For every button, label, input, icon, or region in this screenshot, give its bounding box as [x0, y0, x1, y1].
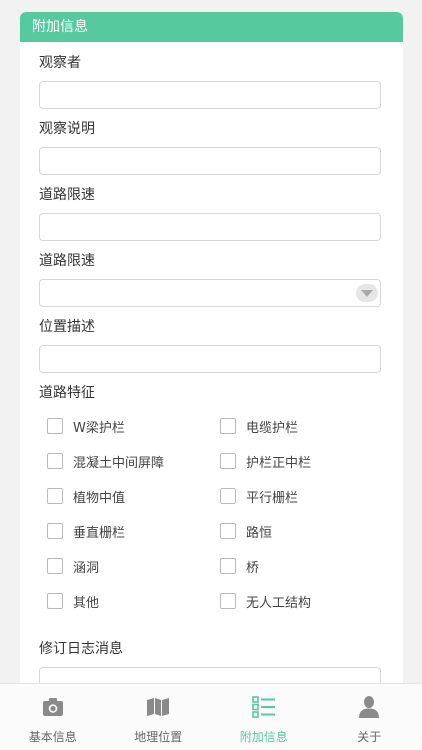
- tab-geo-location[interactable]: 地理位置: [106, 684, 212, 750]
- location-desc-input[interactable]: [39, 345, 381, 373]
- observer-input[interactable]: [39, 81, 381, 109]
- card-title: 附加信息: [20, 12, 403, 42]
- speed-limit-label: 道路限速: [39, 187, 95, 203]
- checkbox[interactable]: [47, 488, 63, 504]
- additional-info-form: 观察者 观察说明 道路限速 道路限速 位置描述 道路特征 W梁护栏 电缆护栏 混…: [20, 53, 403, 695]
- feature-label: 电缆护栏: [246, 420, 299, 436]
- feature-label: W梁护栏: [73, 420, 125, 436]
- checkbox[interactable]: [47, 558, 63, 574]
- checkbox[interactable]: [220, 558, 236, 574]
- speed-limit-select[interactable]: [39, 279, 381, 307]
- feature-label: 涵洞: [73, 560, 100, 576]
- observation-desc-input[interactable]: [39, 147, 381, 175]
- chevron-down-icon[interactable]: [354, 280, 380, 306]
- tab-about-label: 关于: [357, 730, 382, 744]
- location-desc-label: 位置描述: [39, 319, 95, 335]
- feature-label: 垂直栅栏: [73, 525, 126, 541]
- feature-bridge[interactable]: 桥: [220, 555, 259, 577]
- dropdown-arrow-background: [356, 284, 378, 302]
- feature-parallel-fence[interactable]: 平行栅栏: [220, 485, 298, 507]
- feature-cable-guardrail[interactable]: 电缆护栏: [220, 415, 298, 437]
- feature-label: 无人工结构: [246, 595, 312, 611]
- tab-additional-info[interactable]: 附加信息: [211, 684, 317, 750]
- checkbox[interactable]: [220, 593, 236, 609]
- feature-no-artificial-structure[interactable]: 无人工结构: [220, 590, 311, 612]
- feature-concrete-median-barrier[interactable]: 混凝土中间屏障: [47, 450, 164, 472]
- speed-limit-select-label: 道路限速: [39, 253, 95, 269]
- feature-label: 护栏正中栏: [246, 455, 312, 471]
- feature-label: 桥: [246, 560, 260, 576]
- feature-guardrail-median[interactable]: 护栏正中栏: [220, 450, 311, 472]
- checkbox[interactable]: [47, 453, 63, 469]
- revision-log-label: 修订日志消息: [39, 641, 123, 657]
- checkbox[interactable]: [220, 453, 236, 469]
- feature-label: 混凝土中间屏障: [73, 455, 165, 471]
- feature-label: 其他: [73, 595, 100, 611]
- tab-about[interactable]: 关于: [317, 684, 422, 750]
- feature-label: 平行栅栏: [246, 490, 299, 506]
- feature-label: 植物中值: [73, 490, 126, 506]
- tab-additional-info-label: 附加信息: [239, 730, 288, 744]
- camera-icon: [40, 694, 66, 720]
- list-icon: [251, 694, 277, 720]
- road-features-checkbox-group: W梁护栏 电缆护栏 混凝土中间屏障 护栏正中栏 植物中值 平行栅栏 垂直栅栏 路…: [39, 415, 383, 629]
- checkbox[interactable]: [47, 418, 63, 434]
- tab-basic-info[interactable]: 基本信息: [0, 684, 106, 750]
- feature-vegetation-median[interactable]: 植物中值: [47, 485, 125, 507]
- tab-geo-location-label: 地理位置: [134, 730, 183, 744]
- checkbox[interactable]: [47, 523, 63, 539]
- checkbox[interactable]: [220, 418, 236, 434]
- checkbox[interactable]: [220, 488, 236, 504]
- bottom-tab-bar: 基本信息 地理位置 附加信息 关于: [0, 683, 422, 750]
- feature-other[interactable]: 其他: [47, 590, 99, 612]
- observer-label: 观察者: [39, 55, 81, 71]
- feature-w-beam-guardrail[interactable]: W梁护栏: [47, 415, 125, 437]
- feature-culvert[interactable]: 涵洞: [47, 555, 99, 577]
- additional-info-card: 附加信息 观察者 观察说明 道路限速 道路限速 位置描述 道路特征 W梁护栏 电…: [20, 12, 403, 702]
- dropdown-arrow-triangle: [361, 289, 373, 297]
- observation-desc-label: 观察说明: [39, 121, 95, 137]
- person-icon: [356, 694, 382, 720]
- feature-vertical-fence[interactable]: 垂直栅栏: [47, 520, 125, 542]
- feature-label: 路恒: [246, 525, 273, 541]
- map-icon: [145, 694, 171, 720]
- checkbox[interactable]: [47, 593, 63, 609]
- tab-basic-info-label: 基本信息: [28, 730, 77, 744]
- feature-road-constant[interactable]: 路恒: [220, 520, 272, 542]
- checkbox[interactable]: [220, 523, 236, 539]
- road-features-label: 道路特征: [39, 385, 95, 401]
- speed-limit-input[interactable]: [39, 213, 381, 241]
